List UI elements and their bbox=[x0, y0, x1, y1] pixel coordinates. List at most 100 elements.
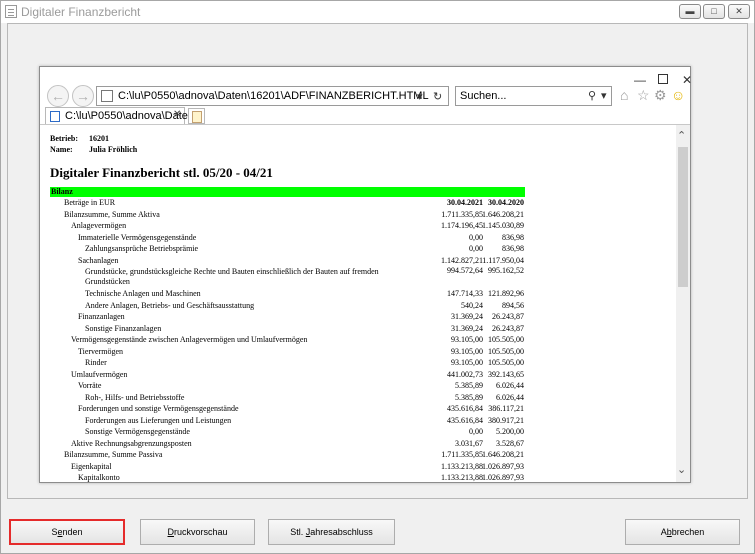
row-value-2021: 93.105,00 bbox=[451, 346, 483, 356]
smiley-icon[interactable]: ☺ bbox=[671, 87, 685, 103]
table-row: Tiervermögen 93.105,00 105.505,00 bbox=[50, 346, 525, 358]
vertical-scrollbar[interactable]: ⌃ ⌄ bbox=[676, 125, 690, 482]
row-label: Immaterielle Vermögensgegenstände bbox=[78, 232, 197, 242]
annual-statement-button[interactable]: Stl. Jahresabschluss bbox=[268, 519, 395, 545]
browser-tab[interactable]: C:\lu\P0550\adnova\Daten... ✕ bbox=[45, 107, 203, 125]
row-label: Technische Anlagen und Maschinen bbox=[85, 289, 201, 298]
row-label: Sonstige Finanzanlagen bbox=[85, 323, 162, 333]
table-row: Sachanlagen 1.142.827,21 1.117.950,04 bbox=[50, 255, 525, 267]
close-icon: ✕ bbox=[735, 6, 743, 16]
refresh-icon[interactable]: ↻ bbox=[433, 90, 442, 103]
address-dropdown-icon[interactable]: ▾ bbox=[417, 90, 423, 103]
row-value-2020: 392.143,65 bbox=[488, 369, 524, 379]
table-row: Anlagevermögen 1.174.196,45 1.145.030,89 bbox=[50, 220, 525, 232]
star-icon[interactable]: ☆ bbox=[637, 87, 650, 103]
row-value-2021: 31.369,24 bbox=[451, 323, 483, 333]
row-label: Vermögensgegenstände zwischen Anlageverm… bbox=[71, 335, 308, 344]
row-value-2021: 540,24 bbox=[461, 300, 483, 310]
browser-maximize-icon[interactable] bbox=[656, 73, 670, 87]
name-line: Name: Julia Fröhlich bbox=[50, 144, 525, 155]
row-label: Eigenkapital bbox=[71, 461, 112, 471]
back-icon[interactable]: ← bbox=[47, 85, 69, 107]
forward-icon[interactable]: → bbox=[72, 85, 94, 107]
app-window: Digitaler Finanzbericht ▬ □ ✕ — ✕ ← → C:… bbox=[0, 0, 755, 554]
app-titlebar: Digitaler Finanzbericht ▬ □ ✕ bbox=[1, 1, 754, 23]
address-url[interactable]: C:\lu\P0550\adnova\Daten\16201\ADF\FINAN… bbox=[118, 90, 429, 102]
search-box[interactable]: ⚲ ▾ bbox=[455, 86, 612, 106]
preview-label-post: ruckvorschau bbox=[173, 527, 228, 537]
table-row: Forderungen und sonstige Vermögensgegens… bbox=[50, 403, 525, 415]
page-icon bbox=[101, 90, 113, 102]
send-button[interactable]: Senden bbox=[9, 519, 125, 545]
row-value-2020: 995.162,52 bbox=[488, 266, 524, 275]
name-value: Julia Fröhlich bbox=[89, 145, 138, 154]
row-value-2020: 1.646.208,21 bbox=[482, 450, 524, 459]
search-icon[interactable]: ⚲ bbox=[588, 89, 596, 102]
row-value-2021: 0,00 bbox=[469, 232, 483, 242]
row-value-2021: 1.142.827,21 bbox=[441, 255, 483, 265]
annual-label-pre: Stl. bbox=[290, 527, 306, 537]
row-value-2020: 105.505,00 bbox=[488, 335, 524, 344]
row-value-2021: 441.002,73 bbox=[447, 369, 483, 379]
scroll-down-icon[interactable]: ⌄ bbox=[677, 463, 686, 476]
row-label: Vorräte bbox=[78, 381, 102, 390]
row-label: Roh-, Hilfs- und Betriebsstoffe bbox=[85, 392, 185, 402]
table-row: Andere Anlagen, Betriebs- und Geschäftsa… bbox=[50, 300, 525, 312]
row-value-2021: 93.105,00 bbox=[451, 358, 483, 367]
row-value-2020: 3.528,67 bbox=[496, 438, 524, 448]
scroll-up-icon[interactable]: ⌃ bbox=[677, 129, 686, 142]
maximize-button[interactable]: □ bbox=[703, 4, 725, 19]
row-value-2021: 3.031,67 bbox=[455, 438, 483, 448]
row-label: Grundstücke, grundstücksgleiche Rechte u… bbox=[85, 267, 379, 286]
row-value-2021: 435.616,84 bbox=[447, 404, 483, 413]
row-value-2021: 147.714,33 bbox=[447, 289, 483, 298]
row-value-2021: 1.711.335,85 bbox=[441, 209, 483, 219]
row-value-2021: 31.369,24 bbox=[451, 312, 483, 321]
row-label: Bilanzsumme, Summe Aktiva bbox=[64, 209, 160, 219]
cancel-button[interactable]: Abbrechen bbox=[625, 519, 740, 545]
row-value-2020: 836,98 bbox=[502, 244, 524, 253]
browser-window: — ✕ ← → C:\lu\P0550\adnova\Daten\16201\A… bbox=[39, 66, 694, 483]
table-row: Finanzanlagen 31.369,24 26.243,87 bbox=[50, 311, 525, 323]
tab-page-icon bbox=[50, 111, 60, 122]
row-label: Aktive Rechnungsabgrenzungsposten bbox=[71, 438, 192, 448]
table-row: Kapitalkonto 1.133.213,88 1.026.897,93 bbox=[50, 472, 525, 482]
search-input[interactable] bbox=[460, 89, 570, 103]
header-col-2020: 30.04.2020 bbox=[488, 198, 524, 207]
row-label: Anlagevermögen bbox=[71, 221, 127, 230]
balance-rows: Bilanzsumme, Summe Aktiva 1.711.335,85 1.6… bbox=[50, 209, 525, 483]
report-title: Digitaler Finanzbericht stl. 05/20 - 04/… bbox=[50, 165, 273, 180]
close-button[interactable]: ✕ bbox=[728, 4, 750, 19]
home-icon[interactable]: ⌂ bbox=[620, 87, 628, 103]
search-dropdown-icon[interactable]: ▾ bbox=[601, 89, 607, 102]
table-header: Beträge in EUR 30.04.2021 30.04.2020 bbox=[50, 197, 525, 209]
row-value-2020: 26.243,87 bbox=[492, 323, 524, 333]
row-value-2020: 386.117,21 bbox=[488, 404, 524, 413]
app-title: Digitaler Finanzbericht bbox=[21, 5, 141, 19]
print-preview-button[interactable]: Druckvorschau bbox=[140, 519, 255, 545]
table-row: Sonstige Vermögensgegenstände 0,00 5.200,0… bbox=[50, 426, 525, 438]
row-label: Finanzanlagen bbox=[78, 312, 125, 321]
table-row: Bilanzsumme, Summe Passiva 1.711.335,85 1.… bbox=[50, 449, 525, 461]
tab-close-icon[interactable]: ✕ bbox=[173, 109, 181, 120]
row-value-2020: 121.892,96 bbox=[488, 289, 524, 298]
row-value-2020: 380.917,21 bbox=[488, 415, 524, 425]
minimize-button[interactable]: ▬ bbox=[679, 4, 701, 19]
row-value-2021: 1.711.335,85 bbox=[441, 450, 483, 459]
new-tab-button[interactable] bbox=[188, 108, 205, 124]
row-value-2021: 1.133.213,88 bbox=[441, 461, 483, 471]
address-bar[interactable]: C:\lu\P0550\adnova\Daten\16201\ADF\FINAN… bbox=[96, 86, 449, 106]
scroll-thumb[interactable] bbox=[678, 147, 688, 287]
row-label: Kapitalkonto bbox=[78, 473, 120, 482]
row-label: Sonstige Vermögensgegenstände bbox=[85, 427, 190, 436]
table-row: Grundstücke, grundstücksgleiche Rechte u… bbox=[50, 266, 525, 288]
row-value-2020: 105.505,00 bbox=[488, 346, 524, 356]
browser-minimize-icon[interactable]: — bbox=[633, 73, 647, 87]
row-label: Bilanzsumme, Summe Passiva bbox=[64, 450, 163, 459]
annual-label-post: ahresabschluss bbox=[310, 527, 373, 537]
finanzbericht-report: Betrieb: 16201 Name: Julia Fröhlich Digi… bbox=[50, 133, 525, 482]
gear-icon[interactable]: ⚙ bbox=[654, 87, 667, 103]
browser-close-icon[interactable]: ✕ bbox=[680, 73, 694, 87]
row-value-2020: 894,56 bbox=[502, 300, 524, 310]
table-row: Roh-, Hilfs- und Betriebsstoffe 5.385,89 6… bbox=[50, 392, 525, 404]
